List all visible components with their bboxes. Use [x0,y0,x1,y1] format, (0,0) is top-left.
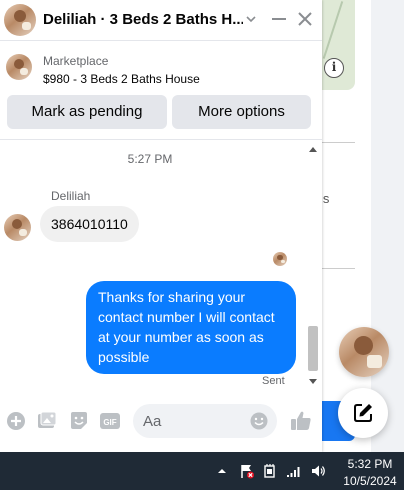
incoming-message-bubble[interactable]: 3864010110 [40,206,139,242]
chat-head-avatar[interactable] [339,327,389,377]
message-input-placeholder: Aa [143,413,162,430]
message-list[interactable]: 5:27 PM Deliliah 3864010110 Thanks for s… [0,141,322,391]
map-thumbnail[interactable]: i [318,0,355,90]
chevron-up-icon[interactable] [214,463,230,479]
chat-title[interactable]: Deliliah · 3 Beds 2 Baths H... [43,11,243,28]
marketplace-panel: Marketplace $980 - 3 Beds 2 Baths House … [0,42,322,140]
marketplace-label: Marketplace [43,54,109,68]
sender-avatar[interactable] [4,214,31,241]
chat-header[interactable]: Deliliah · 3 Beds 2 Baths H... [0,0,322,41]
chat-window: Deliliah · 3 Beds 2 Baths H... Marketpla… [0,0,322,452]
close-icon[interactable] [296,9,314,29]
gif-icon[interactable]: GIF [99,410,121,432]
message-input[interactable]: Aa [133,404,277,438]
chevron-down-icon[interactable] [244,9,258,29]
speaker-icon[interactable] [310,463,326,479]
gif-label: GIF [103,418,116,427]
avatar[interactable] [4,4,36,36]
divider [318,268,355,269]
sticker-icon[interactable] [68,410,90,432]
minimize-icon[interactable] [270,9,288,29]
listing-thumbnail[interactable] [6,54,32,80]
divider [318,142,355,143]
message-status: Sent [262,375,285,387]
new-message-button[interactable] [338,388,388,438]
signal-bars-icon[interactable] [286,463,302,479]
more-options-button[interactable]: More options [172,95,311,129]
plus-circle-icon[interactable] [5,410,27,432]
clock-date[interactable]: 10/5/2024 [342,474,398,488]
scroll-thumb[interactable] [308,326,318,371]
page-scrollbar[interactable] [371,0,404,452]
network-icon[interactable] [262,463,278,479]
outgoing-message-bubble[interactable]: Thanks for sharing your contact number I… [86,281,296,374]
thumbs-up-icon[interactable] [289,409,313,433]
message-scrollbar[interactable] [307,141,319,391]
emoji-icon[interactable] [249,411,269,431]
mark-as-pending-button[interactable]: Mark as pending [7,95,167,129]
scroll-up-arrow-icon[interactable] [309,147,317,152]
compose-icon [354,404,372,422]
message-composer: GIF Aa [0,396,322,448]
message-timestamp: 5:27 PM [127,152,173,166]
clock-time[interactable]: 5:32 PM [346,457,394,471]
seen-avatar [273,252,287,266]
scroll-down-arrow-icon[interactable] [309,379,317,384]
sender-name: Deliliah [51,189,91,203]
photo-icon[interactable] [36,410,58,432]
taskbar: 5:32 PM 10/5/2024 [0,452,404,490]
listing-title[interactable]: $980 - 3 Beds 2 Baths House [43,72,200,86]
info-icon[interactable]: i [324,58,344,78]
flag-alert-icon[interactable] [239,463,255,479]
